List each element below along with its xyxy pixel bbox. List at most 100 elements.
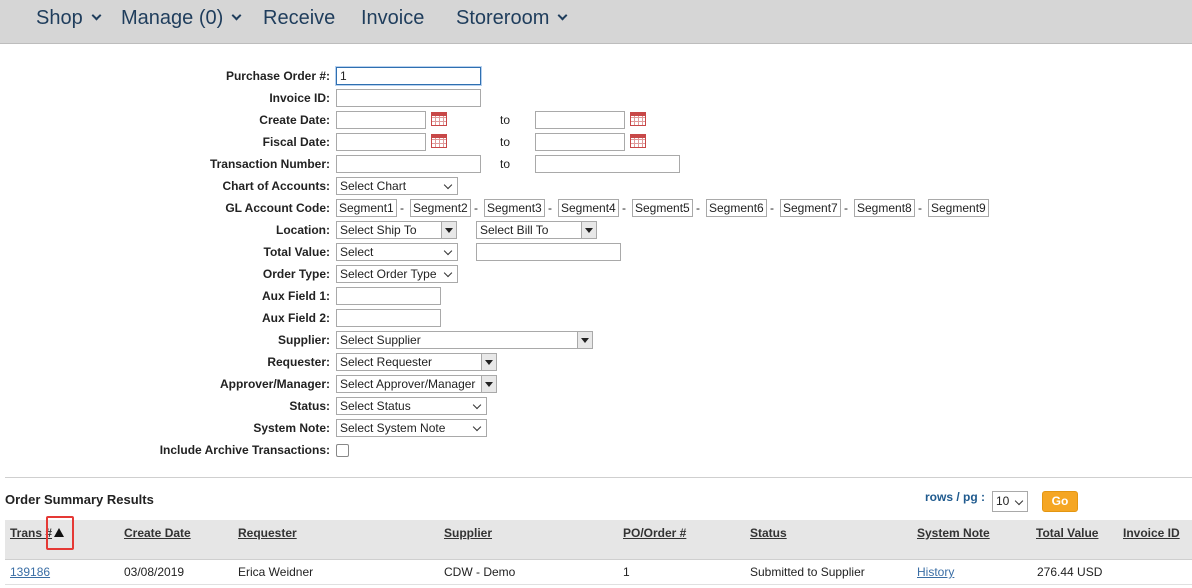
invoice-id-label: Invoice ID:	[269, 91, 330, 105]
nav-storeroom-label: Storeroom	[456, 7, 550, 29]
col-header-invoice-id[interactable]: Invoice ID	[1123, 526, 1180, 540]
col-header-supplier[interactable]: Supplier	[444, 526, 492, 540]
create-date-from-input[interactable]	[336, 111, 426, 129]
status-cell: Submitted to Supplier	[750, 565, 865, 579]
dropdown-arrow-icon	[581, 222, 596, 238]
include-archive-checkbox[interactable]	[336, 444, 349, 457]
gl-segment5-input[interactable]: Segment5	[632, 199, 693, 217]
dash-separator: -	[844, 201, 848, 215]
total-value-operator-select[interactable]: Select	[336, 243, 458, 261]
chevron-down-icon	[1014, 496, 1024, 506]
requester-select[interactable]: Select Requester	[336, 353, 497, 371]
gl-segment1-input[interactable]: Segment1	[336, 199, 397, 217]
po-input[interactable]	[336, 67, 481, 85]
order-type-select[interactable]: Select Order Type	[336, 265, 458, 283]
supplier-label: Supplier:	[277, 333, 330, 347]
total-value-cell: 276.44 USD	[1037, 565, 1103, 579]
aux-field-1-label: Aux Field 1:	[261, 289, 330, 303]
calendar-icon[interactable]	[431, 134, 447, 148]
aux-field-1-input[interactable]	[336, 287, 441, 305]
create-date-to-input[interactable]	[535, 111, 625, 129]
dropdown-arrow-icon	[481, 354, 496, 370]
gl-segment7-input[interactable]: Segment7	[780, 199, 841, 217]
supplier-cell: CDW - Demo	[444, 565, 516, 579]
sort-ascending-icon[interactable]	[54, 528, 64, 537]
chevron-down-icon	[91, 10, 102, 21]
chevron-down-icon	[472, 422, 482, 432]
results-title: Order Summary Results	[5, 492, 154, 507]
location-label: Location:	[276, 223, 330, 237]
po-label: Purchase Order #:	[225, 69, 330, 83]
aux-field-2-input[interactable]	[336, 309, 441, 327]
top-nav: Shop Manage (0) Receive Invoice Storeroo…	[0, 0, 1192, 44]
requester-label: Requester:	[267, 355, 330, 369]
rows-per-page-select[interactable]: 10	[992, 491, 1028, 512]
dash-separator: -	[622, 201, 626, 215]
gl-segment9-input[interactable]: Segment9	[928, 199, 989, 217]
nav-manage-menu[interactable]: Manage (0)	[121, 7, 242, 29]
requester-value: Select Requester	[340, 355, 433, 369]
fiscal-date-to-input[interactable]	[535, 133, 625, 151]
chart-of-accounts-label: Chart of Accounts:	[222, 179, 330, 193]
system-note-select[interactable]: Select System Note	[336, 419, 487, 437]
ship-to-select[interactable]: Select Ship To	[336, 221, 457, 239]
status-value: Select Status	[340, 399, 411, 413]
chart-of-accounts-select[interactable]: Select Chart	[336, 177, 458, 195]
fiscal-date-from-input[interactable]	[336, 133, 426, 151]
order-type-label: Order Type:	[262, 267, 330, 281]
calendar-icon[interactable]	[630, 112, 646, 126]
gl-segment8-input[interactable]: Segment8	[854, 199, 915, 217]
dash-separator: -	[474, 201, 478, 215]
calendar-icon[interactable]	[431, 112, 447, 126]
gl-account-code-label: GL Account Code:	[225, 201, 330, 215]
include-archive-label: Include Archive Transactions:	[159, 443, 330, 457]
total-value-input[interactable]	[476, 243, 621, 261]
gl-segment2-input[interactable]: Segment2	[410, 199, 471, 217]
dropdown-arrow-icon	[577, 332, 592, 348]
col-header-system-note[interactable]: System Note	[917, 526, 990, 540]
nav-manage-label: Manage (0)	[121, 7, 224, 29]
go-button[interactable]: Go	[1042, 491, 1078, 512]
bill-to-select[interactable]: Select Bill To	[476, 221, 597, 239]
system-note-value: Select System Note	[340, 421, 446, 435]
total-value-label: Total Value:	[263, 245, 330, 259]
chevron-down-icon	[443, 180, 453, 190]
ship-to-value: Select Ship To	[340, 223, 417, 237]
order-type-value: Select Order Type	[340, 267, 437, 281]
gl-segment4-input[interactable]: Segment4	[558, 199, 619, 217]
gl-segment6-input[interactable]: Segment6	[706, 199, 767, 217]
invoice-id-input[interactable]	[336, 89, 481, 107]
divider	[5, 477, 1192, 478]
col-header-create-date[interactable]: Create Date	[124, 526, 191, 540]
history-link[interactable]: History	[917, 565, 954, 579]
approver-label: Approver/Manager:	[219, 377, 330, 391]
dash-separator: -	[770, 201, 774, 215]
col-header-status[interactable]: Status	[750, 526, 787, 540]
chevron-down-icon	[231, 10, 242, 21]
chart-select-value: Select Chart	[340, 179, 407, 193]
gl-segment3-input[interactable]: Segment3	[484, 199, 545, 217]
row-divider	[5, 584, 1192, 585]
dropdown-arrow-icon	[441, 222, 456, 238]
trans-link[interactable]: 139186	[10, 565, 50, 579]
total-value-select-value: Select	[340, 245, 374, 259]
calendar-icon[interactable]	[630, 134, 646, 148]
chevron-down-icon	[443, 268, 453, 278]
col-header-requester[interactable]: Requester	[238, 526, 297, 540]
nav-invoice[interactable]: Invoice	[361, 7, 424, 29]
status-label: Status:	[289, 399, 330, 413]
to-label: to	[500, 113, 511, 127]
col-header-po-order[interactable]: PO/Order #	[623, 526, 686, 540]
nav-receive[interactable]: Receive	[263, 7, 335, 29]
chevron-down-icon	[443, 246, 453, 256]
status-select[interactable]: Select Status	[336, 397, 487, 415]
to-label: to	[500, 157, 511, 171]
supplier-select[interactable]: Select Supplier	[336, 331, 593, 349]
col-header-total-value[interactable]: Total Value	[1036, 526, 1098, 540]
nav-storeroom-menu[interactable]: Storeroom	[456, 7, 568, 29]
approver-select[interactable]: Select Approver/Manager	[336, 375, 497, 393]
transaction-number-label: Transaction Number:	[209, 157, 330, 171]
transaction-number-to-input[interactable]	[535, 155, 680, 173]
transaction-number-from-input[interactable]	[336, 155, 481, 173]
nav-shop-menu[interactable]: Shop	[36, 7, 102, 29]
